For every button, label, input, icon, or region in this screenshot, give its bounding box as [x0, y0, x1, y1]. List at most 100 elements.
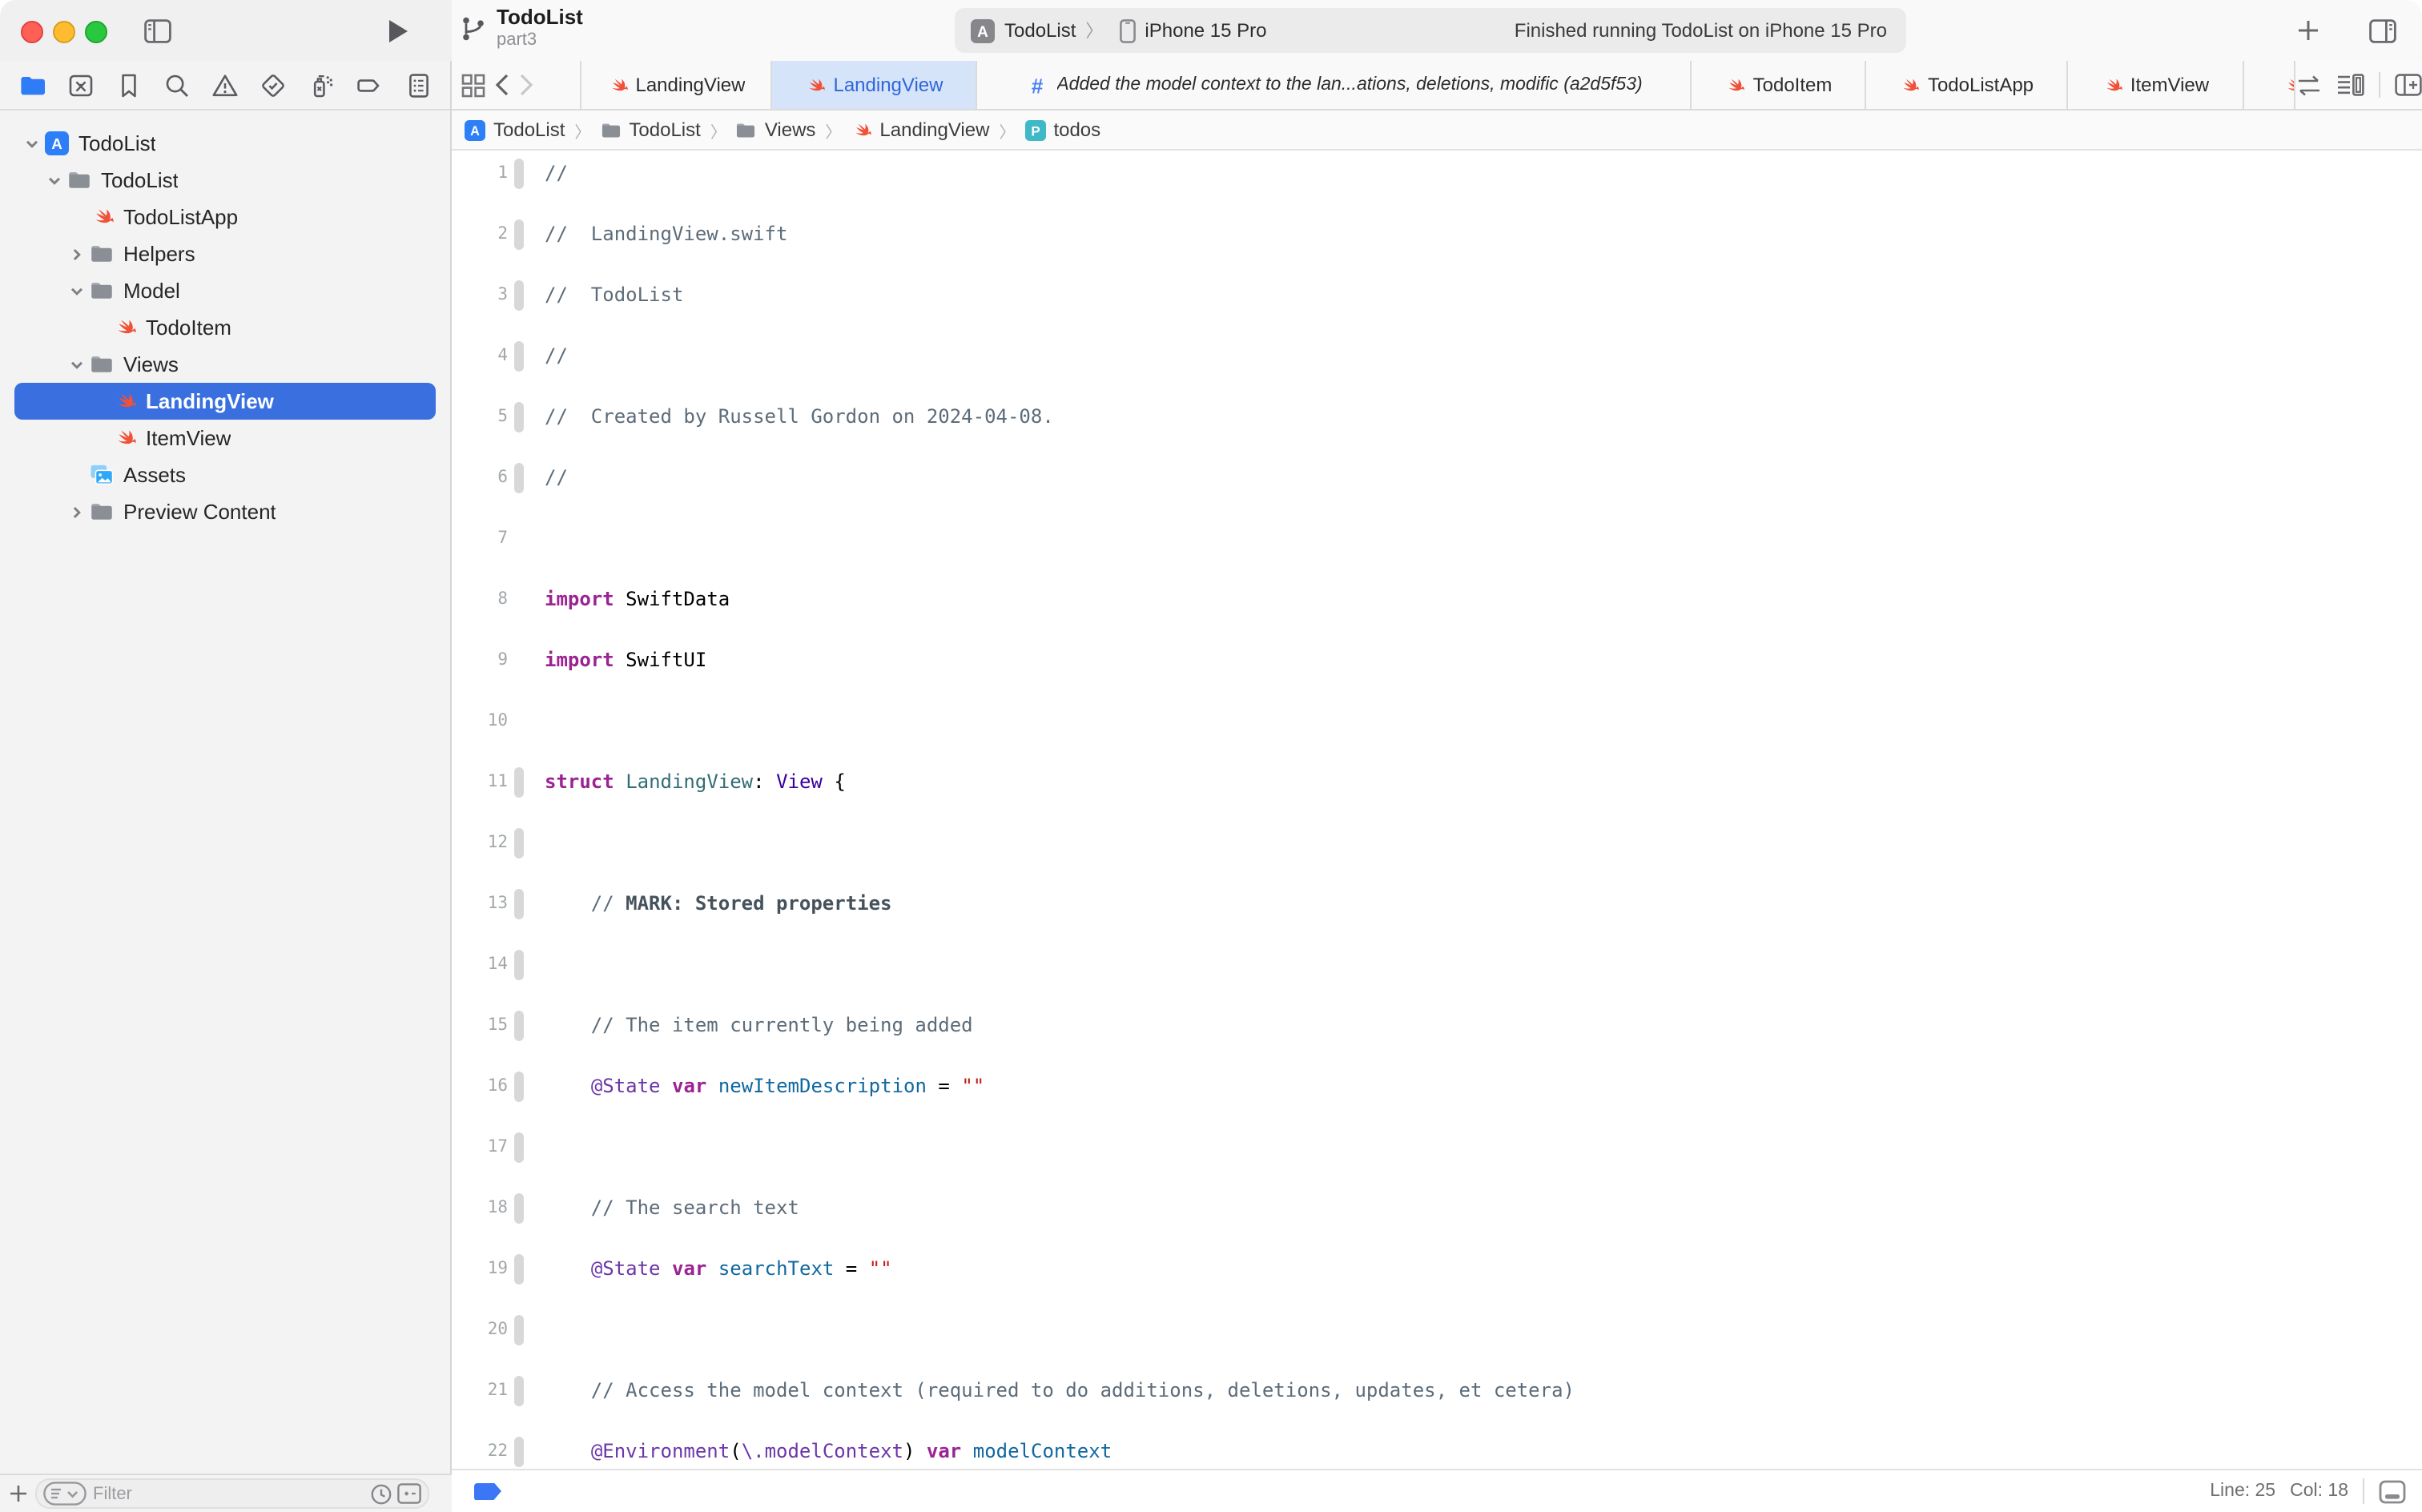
code-line-12[interactable]: 12	[452, 828, 2422, 859]
report-navigator-icon[interactable]	[399, 66, 437, 104]
disclosure-open-icon[interactable]	[21, 135, 43, 151]
scheme-status-bar: A TodoList 〉 iPhone 15 Pro Finished runn…	[955, 8, 1906, 53]
cursor-col-indicator[interactable]: Col: 18	[2290, 1482, 2348, 1501]
toggle-navigator-button[interactable]	[138, 11, 176, 50]
breadcrumb-label: todos	[1053, 119, 1100, 141]
code-line-11[interactable]: 11struct LandingView: View {	[452, 767, 2422, 798]
code-text: // TodoList	[545, 280, 683, 311]
disclosure-open-icon[interactable]	[66, 283, 88, 299]
disclosure-closed-icon[interactable]	[66, 504, 88, 520]
svg-text:A: A	[977, 23, 988, 40]
code-line-22[interactable]: 22 @Environment(\.modelContext) var mode…	[452, 1437, 2422, 1467]
sidebar-item-assets[interactable]: Assets	[14, 456, 436, 493]
code-line-4[interactable]: 4//	[452, 341, 2422, 372]
source-control-navigator-icon[interactable]	[61, 66, 99, 104]
go-back-icon[interactable]	[495, 74, 509, 96]
tab-todoitem[interactable]: TodoItem	[1692, 61, 1866, 109]
code-line-15[interactable]: 15 // The item currently being added	[452, 1011, 2422, 1041]
breadcrumb-item-todolist[interactable]: ATodoList	[465, 119, 565, 141]
cursor-line-indicator[interactable]: Line: 25	[2210, 1482, 2275, 1501]
divider	[2363, 1478, 2364, 1504]
breakpoints-toggle-icon[interactable]	[474, 1482, 501, 1500]
sidebar-item-preview-content[interactable]: Preview Content	[14, 493, 436, 530]
sidebar-item-todolist[interactable]: TodoList	[14, 162, 436, 199]
go-forward-icon[interactable]	[519, 74, 533, 96]
zoom-window-button[interactable]	[85, 21, 107, 43]
find-navigator-icon[interactable]	[158, 66, 196, 104]
disclosure-closed-icon[interactable]	[66, 246, 88, 262]
code-line-16[interactable]: 16 @State var newItemDescription = ""	[452, 1072, 2422, 1102]
breadcrumb-item-landingview[interactable]: LandingView	[851, 119, 989, 141]
toggle-inspectors-button[interactable]	[2363, 11, 2401, 50]
app-icon: A	[971, 18, 995, 42]
debug-navigator-icon[interactable]	[303, 66, 341, 104]
code-line-19[interactable]: 19 @State var searchText = ""	[452, 1254, 2422, 1285]
code-line-2[interactable]: 2// LandingView.swift	[452, 219, 2422, 250]
test-navigator-icon[interactable]	[254, 66, 292, 104]
code-line-17[interactable]: 17	[452, 1132, 2422, 1163]
code-line-20[interactable]: 20	[452, 1315, 2422, 1345]
bookmark-navigator-icon[interactable]	[110, 66, 148, 104]
sidebar-item-views[interactable]: Views	[14, 346, 436, 383]
breadcrumb-separator: 〉	[999, 118, 1015, 142]
close-window-button[interactable]	[21, 21, 43, 43]
project-navigator-icon[interactable]	[13, 66, 51, 104]
source-code-editor[interactable]: 1// 2// LandingView.swift 3// TodoList 4// 5…	[452, 151, 2422, 1474]
editor-only-layout-icon[interactable]	[2379, 1479, 2406, 1503]
tab-itemview[interactable]: ItemView	[2068, 61, 2244, 109]
code-line-9[interactable]: 9import SwiftUI	[452, 645, 2422, 676]
breakpoint-navigator-icon[interactable]	[351, 66, 389, 104]
run-destination-selector[interactable]: iPhone 15 Pro	[1119, 8, 1282, 53]
scheme-selector[interactable]: A TodoList 〉	[955, 8, 1119, 53]
breadcrumb-item-views[interactable]: Views	[736, 119, 816, 141]
code-line-14[interactable]: 14	[452, 950, 2422, 980]
disclosure-open-icon[interactable]	[66, 356, 88, 372]
minimap-icon[interactable]	[2337, 74, 2364, 96]
run-button[interactable]	[378, 11, 416, 50]
code-review-icon[interactable]	[2295, 74, 2323, 95]
change-bar	[514, 828, 524, 859]
sidebar-item-helpers[interactable]: Helpers	[14, 235, 436, 272]
file-label: TodoItem	[146, 316, 231, 340]
add-file-button[interactable]	[0, 1485, 35, 1502]
code-line-1[interactable]: 1//	[452, 159, 2422, 189]
tab-truncated[interactable]	[2244, 61, 2295, 109]
code-line-6[interactable]: 6//	[452, 463, 2422, 493]
play-icon	[387, 18, 408, 42]
branch-name: part3	[497, 29, 583, 53]
tab-landingview[interactable]: LandingView	[580, 61, 772, 109]
sidebar-item-todoitem[interactable]: TodoItem	[14, 309, 436, 346]
sidebar-item-itemview[interactable]: ItemView	[14, 420, 436, 456]
breadcrumb-item-todos[interactable]: Ptodos	[1024, 119, 1100, 141]
code-line-13[interactable]: 13 // MARK: Stored properties	[452, 889, 2422, 919]
swift-icon	[88, 205, 115, 229]
tab-label: ItemView	[2130, 74, 2209, 96]
code-line-7[interactable]: 7	[452, 524, 2422, 554]
code-line-21[interactable]: 21 // Access the model context (required…	[452, 1376, 2422, 1406]
swift-file-icon	[2102, 74, 2122, 95]
minimize-window-button[interactable]	[53, 21, 75, 43]
tab-added[interactable]: #Added the model context to the lan...at…	[977, 61, 1692, 109]
add-editor-icon[interactable]	[2395, 74, 2422, 96]
code-text: @State var searchText = ""	[545, 1254, 892, 1285]
breadcrumb-item-todolist[interactable]: TodoList	[600, 119, 700, 141]
code-line-10[interactable]: 10	[452, 706, 2422, 737]
code-line-8[interactable]: 8import SwiftData	[452, 585, 2422, 615]
sidebar-item-todolist[interactable]: ATodoList	[14, 125, 436, 162]
filter-field[interactable]: Filter	[35, 1478, 429, 1509]
tab-label: Added the model context to the lan...ati…	[1056, 75, 1642, 94]
related-items-grid-icon[interactable]	[461, 73, 485, 97]
issue-navigator-icon[interactable]	[206, 66, 244, 104]
code-line-3[interactable]: 3// TodoList	[452, 280, 2422, 311]
file-label: Preview Content	[123, 500, 276, 524]
change-bar	[514, 950, 524, 980]
tab-todolistapp[interactable]: TodoListApp	[1866, 61, 2068, 109]
sidebar-item-landingview[interactable]: LandingView	[14, 383, 436, 420]
sidebar-item-todolistapp[interactable]: TodoListApp	[14, 199, 436, 235]
code-line-18[interactable]: 18 // The search text	[452, 1193, 2422, 1224]
code-line-5[interactable]: 5// Created by Russell Gordon on 2024-04…	[452, 402, 2422, 432]
disclosure-open-icon[interactable]	[43, 172, 66, 188]
sidebar-item-model[interactable]: Model	[14, 272, 436, 309]
tab-landingview[interactable]: LandingView	[772, 61, 977, 109]
library-button[interactable]	[2289, 11, 2327, 50]
